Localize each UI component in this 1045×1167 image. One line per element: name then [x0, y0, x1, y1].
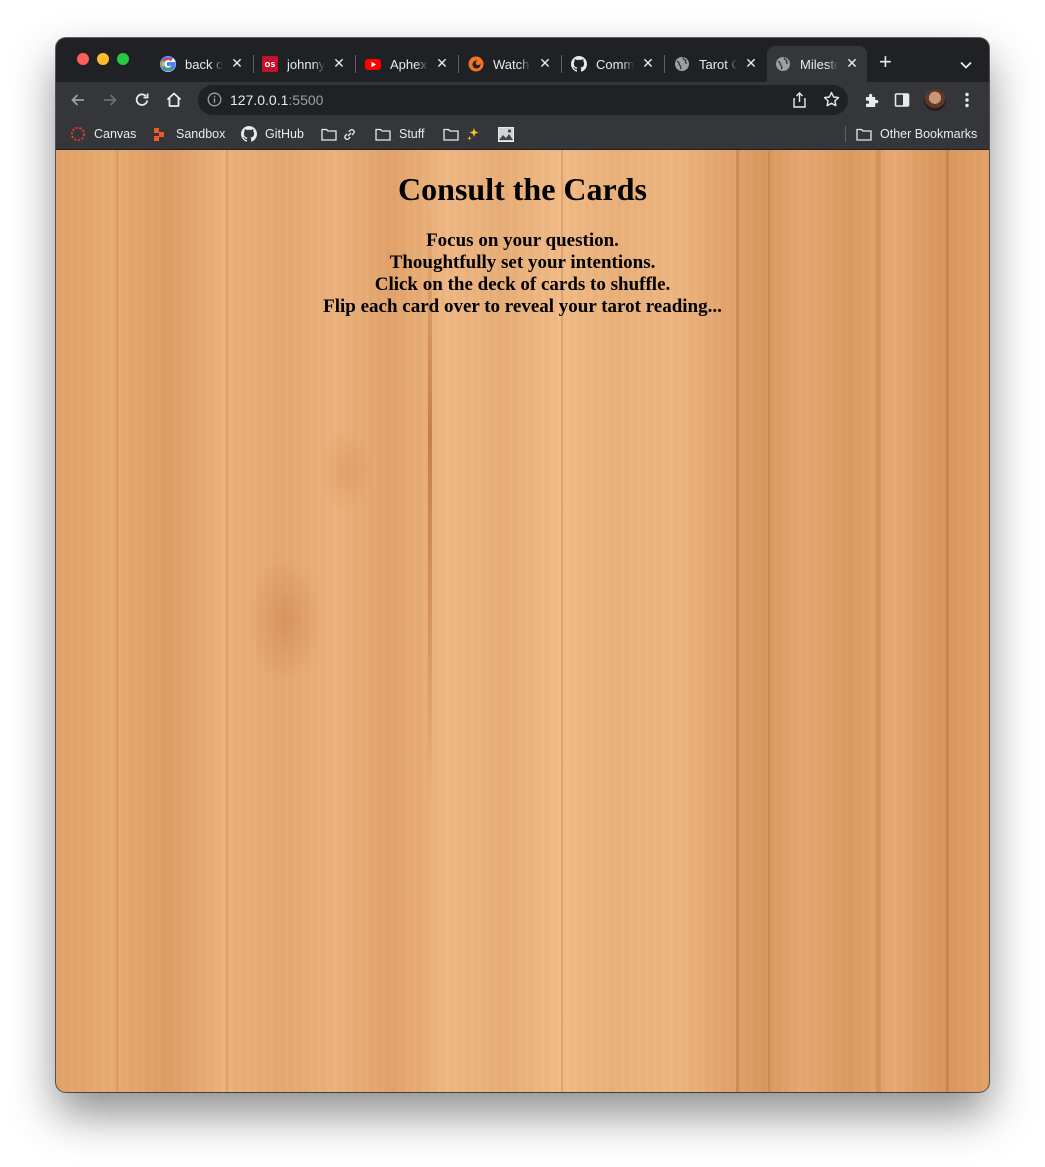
folder-icon [375, 126, 391, 142]
tab-separator [458, 55, 459, 73]
globe-icon [674, 56, 690, 72]
folder-icon [443, 126, 459, 142]
tab-separator [561, 55, 562, 73]
bookmark-image[interactable] [498, 125, 522, 143]
close-tab-icon[interactable]: ✕ [641, 56, 655, 70]
bookmark-stuff[interactable]: Stuff [375, 125, 424, 143]
tab-tarot[interactable]: Tarot C ✕ [666, 46, 766, 82]
close-tab-icon[interactable]: ✕ [845, 56, 859, 70]
instruction-line: Focus on your question. [426, 230, 619, 251]
instruction-line: Flip each card over to reveal your tarot… [323, 296, 722, 317]
google-icon [160, 56, 176, 72]
instruction-line: Click on the deck of cards to shuffle. [374, 274, 671, 295]
arrow-right-icon [104, 94, 117, 106]
image-icon [498, 126, 514, 142]
canvas-icon [70, 126, 86, 142]
bookmark-star-icon[interactable] [823, 91, 840, 113]
tab-label: Milesto [800, 56, 838, 72]
home-button[interactable] [164, 90, 184, 110]
tab-comm[interactable]: Comm ✕ [563, 46, 663, 82]
bookmark-folder-link[interactable] [321, 125, 365, 143]
sparkles-icon [465, 126, 481, 142]
instructions: Focus on your question. Thoughtfully set… [56, 230, 989, 318]
new-tab-button[interactable]: + [879, 51, 892, 73]
folder-icon [321, 126, 337, 142]
arrow-left-icon [71, 94, 84, 106]
tab-johnny[interactable]: OS johnny ✕ [254, 46, 354, 82]
tab-separator [664, 55, 665, 73]
bookmark-label: Canvas [94, 127, 137, 141]
tab-search-chevron-icon[interactable] [960, 56, 972, 74]
tab-label: Watch [493, 56, 530, 72]
minimize-window-button[interactable] [97, 53, 109, 65]
tab-aphex[interactable]: Aphex ✕ [357, 46, 457, 82]
globe-icon [775, 56, 791, 72]
tab-label: johnny [287, 56, 325, 72]
url-port: :5500 [288, 92, 324, 108]
puzzle-icon [865, 93, 878, 107]
bookmark-folder-sparkles[interactable] [443, 125, 489, 143]
back-button[interactable] [68, 90, 88, 110]
forward-button[interactable] [100, 90, 120, 110]
bookmark-sandbox[interactable]: Sandbox [152, 125, 225, 143]
close-tab-icon[interactable]: ✕ [538, 56, 552, 70]
crunchyroll-icon [468, 56, 484, 72]
other-bookmarks-label: Other Bookmarks [880, 127, 978, 141]
address-bar[interactable]: 127.0.0.1:5500 [198, 85, 848, 115]
other-bookmarks[interactable]: Other Bookmarks [856, 125, 977, 143]
bookmark-label: Stuff [399, 127, 425, 141]
tab-label: back o [185, 56, 223, 72]
tab-back-o[interactable]: back o ✕ [152, 46, 252, 82]
zoom-window-button[interactable] [117, 53, 129, 65]
github-icon [241, 126, 257, 142]
home-icon [166, 92, 182, 107]
reload-icon [135, 93, 149, 106]
profile-avatar[interactable] [924, 89, 946, 111]
tab-watch[interactable]: Watch ✕ [460, 46, 560, 82]
bookmark-canvas[interactable]: Canvas [70, 125, 136, 143]
bookmarks-separator [845, 126, 846, 142]
os-icon: OS [262, 56, 278, 72]
github-icon [571, 56, 587, 72]
url-host: 127.0.0.1 [230, 92, 289, 108]
tab-milesto[interactable]: Milesto ✕ [767, 46, 867, 82]
close-window-button[interactable] [77, 53, 89, 65]
page-viewport: Consult the Cards Focus on your question… [56, 150, 989, 1092]
youtube-icon [365, 56, 381, 72]
close-tab-icon[interactable]: ✕ [435, 56, 449, 70]
close-tab-icon[interactable]: ✕ [332, 56, 346, 70]
sandbox-icon [152, 126, 168, 142]
side-panel-icon [894, 93, 910, 107]
side-panel-button[interactable] [892, 90, 912, 110]
tab-label: Aphex [390, 56, 427, 72]
tab-separator [355, 55, 356, 73]
tab-label: Comm [596, 56, 634, 72]
extensions-button[interactable] [861, 90, 881, 110]
tab-label: Tarot C [699, 56, 737, 72]
share-icon[interactable] [792, 92, 807, 113]
tab-strip: back o ✕ OS johnny ✕ Aphex ✕ Watch ✕ Com… [56, 38, 989, 82]
bookmark-label: GitHub [265, 127, 304, 141]
folder-icon [856, 126, 872, 142]
close-tab-icon[interactable]: ✕ [230, 56, 244, 70]
kebab-menu-icon [965, 92, 969, 108]
instruction-line: Thoughtfully set your intentions. [389, 252, 656, 273]
menu-button[interactable] [957, 90, 977, 110]
svg-text:OS: OS [265, 61, 276, 69]
page-content: Consult the Cards Focus on your question… [56, 150, 989, 318]
url-text: 127.0.0.1:5500 [230, 92, 323, 108]
site-info-icon[interactable] [207, 92, 222, 112]
bookmark-github[interactable]: GitHub [241, 125, 304, 143]
link-icon [341, 126, 357, 142]
browser-window: back o ✕ OS johnny ✕ Aphex ✕ Watch ✕ Com… [56, 38, 989, 1092]
toolbar: 127.0.0.1:5500 [56, 82, 989, 118]
page-title: Consult the Cards [398, 171, 647, 207]
bookmarks-bar: Canvas Sandbox GitHub Stuff Other Bookma… [56, 118, 989, 150]
bookmark-label: Sandbox [176, 127, 226, 141]
reload-button[interactable] [132, 90, 152, 110]
close-tab-icon[interactable]: ✕ [744, 56, 758, 70]
